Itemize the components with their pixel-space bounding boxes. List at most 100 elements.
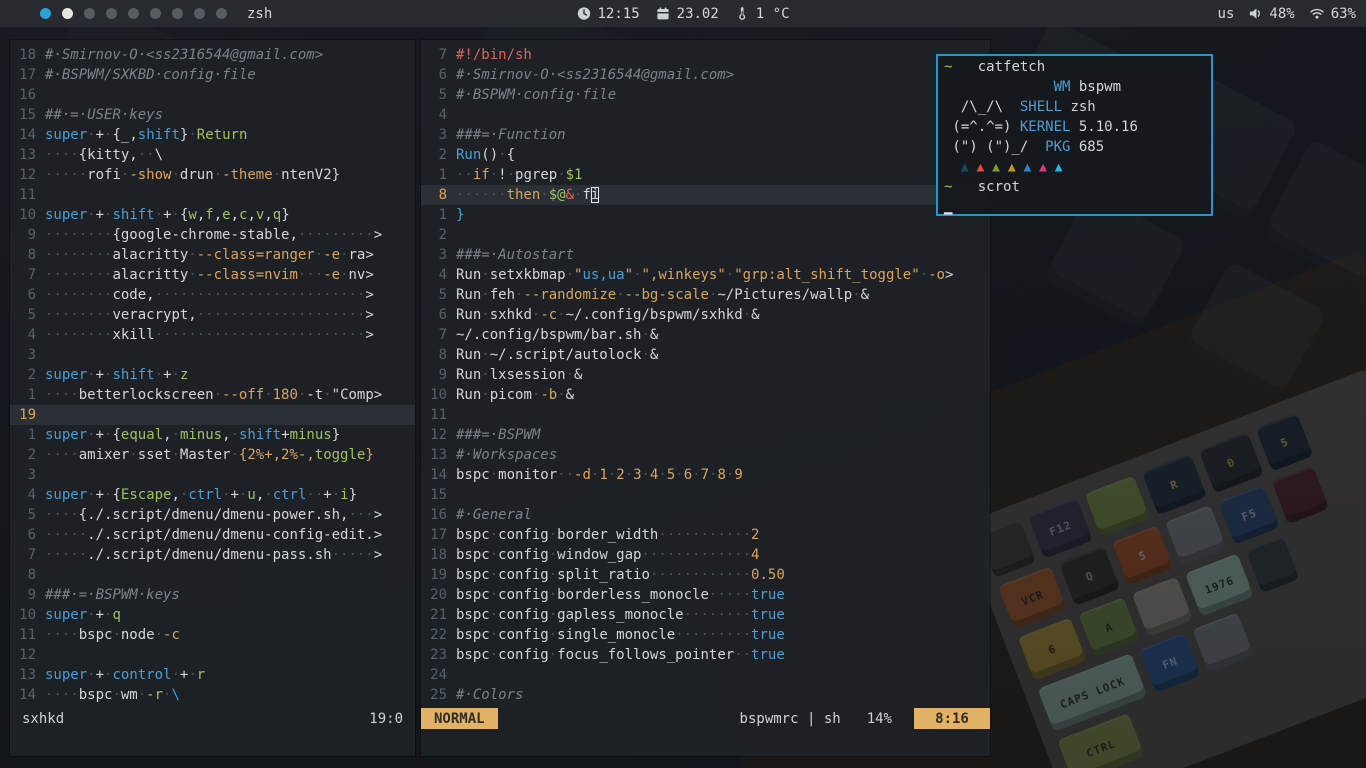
code-segment: shift — [112, 367, 154, 383]
code-segment: drun — [180, 167, 214, 183]
workspace-dot-9-empty[interactable] — [216, 8, 227, 19]
code-segment: · — [214, 167, 222, 183]
code-segment: } — [281, 207, 289, 223]
line-number: 7 — [421, 45, 447, 65]
code-segment: config — [498, 647, 549, 663]
code-line: 2 — [421, 225, 990, 245]
code-segment: Run — [456, 147, 481, 163]
workspace-dot-7-empty[interactable] — [172, 8, 183, 19]
editor-window-bspwmrc[interactable]: 7#!/bin/sh6#·Smirnov-O·<ss2316544@gmail.… — [421, 40, 990, 756]
code-text: #·Workspaces — [456, 445, 557, 465]
code-segment: single_monocle — [557, 627, 675, 643]
workspace-dot-1-active[interactable] — [40, 8, 51, 19]
code-line: 2····amixer·sset·Master·{2%+,2%-,toggle} — [10, 445, 415, 465]
line-number: 2 — [10, 445, 36, 465]
code-segment: -b — [540, 387, 557, 403]
code-segment: bspc — [456, 587, 490, 603]
line-number: 4 — [10, 325, 36, 345]
code-text: ········veracrypt,····················> — [45, 305, 374, 325]
code-segment: zsh — [1062, 99, 1096, 115]
code-segment: ·· — [138, 147, 155, 163]
code-segment: (") (")_/ — [944, 139, 1045, 155]
line-number: 8 — [10, 565, 36, 585]
bar-center-modules: 12:15 23.02 1 °C — [576, 6, 789, 22]
floating-terminal-catfetch[interactable]: ~ catfetch WM bspwm /\_/\ SHELL zsh (=^.… — [936, 54, 1213, 216]
line-number: 21 — [421, 605, 447, 625]
code-segment: config — [498, 567, 549, 583]
code-segment: · — [658, 467, 666, 483]
code-segment: -c — [163, 627, 180, 643]
code-segment: ·· — [557, 467, 574, 483]
code-segment: · — [490, 647, 498, 663]
volume-value: 48% — [1269, 6, 1294, 22]
code-segment: lxsession — [490, 367, 566, 383]
workspace-dot-8-empty[interactable] — [194, 8, 205, 19]
code-segment: · — [498, 147, 506, 163]
code-line: 9###·=·BSPWM·keys — [10, 585, 415, 605]
network-module[interactable]: 63% — [1309, 6, 1356, 22]
code-segment: & — [566, 387, 574, 403]
code-segment: PKG — [1045, 139, 1070, 155]
line-number: 4 — [10, 485, 36, 505]
code-segment: + — [96, 427, 104, 443]
code-segment: + — [96, 127, 104, 143]
code-segment: --randomize — [523, 287, 616, 303]
code-text: Run·setxkbmap·"us,ua"·",winkeys"·"grp:al… — [456, 265, 953, 285]
workspace-dot-2-occupied[interactable] — [62, 8, 73, 19]
code-segment: {kitty, — [79, 147, 138, 163]
code-segment: · — [743, 307, 751, 323]
code-segment: ▲ — [961, 160, 977, 175]
code-segment: () — [481, 147, 498, 163]
code-text: ········alacritty·--class=ranger·-e·ra> — [45, 245, 374, 265]
code-segment: · — [549, 527, 557, 543]
wifi-icon — [1309, 6, 1325, 21]
code-segment: ▲ — [977, 160, 993, 175]
code-segment: ········ — [45, 307, 112, 323]
workspace-dot-5-empty[interactable] — [128, 8, 139, 19]
code-segment: · — [87, 127, 95, 143]
code-segment: alacritty — [112, 247, 188, 263]
code-line: 16#·General — [421, 505, 990, 525]
code-text: #·Smirnov-O·<ss2316544@gmail.com> — [45, 45, 323, 65]
code-line: 4 — [421, 105, 990, 125]
workspace-dot-4-empty[interactable] — [106, 8, 117, 19]
code-line: 12 — [10, 645, 415, 665]
code-segment: $@ — [549, 187, 566, 203]
code-segment: · — [188, 127, 196, 143]
code-segment: ra — [348, 247, 365, 263]
workspace-dot-6-empty[interactable] — [150, 8, 161, 19]
code-segment: ~/Pictures/wallp — [717, 287, 852, 303]
line-number: 5 — [421, 285, 447, 305]
code-segment: #·BSPWM·config·file — [456, 87, 616, 103]
code-segment: · — [490, 587, 498, 603]
line-number: 16 — [421, 505, 447, 525]
line-number: 6 — [421, 65, 447, 85]
code-segment: \ — [155, 147, 163, 163]
code-segment: true — [751, 607, 785, 623]
editor-window-sxhkd[interactable]: 18#·Smirnov-O·<ss2316544@gmail.com>17#·B… — [10, 40, 415, 756]
workspace-dot-3-empty[interactable] — [84, 8, 95, 19]
volume-module[interactable]: 48% — [1248, 6, 1294, 22]
code-segment: · — [481, 307, 489, 323]
keyboard-layout-value[interactable]: us — [1218, 6, 1235, 22]
code-segment: true — [751, 627, 785, 643]
code-segment: KERNEL — [1020, 119, 1071, 135]
code-line: 13····{kitty,··\ — [10, 145, 415, 165]
code-line: 9········{google-chrome-stable,·········… — [10, 225, 415, 245]
code-line: 3 — [10, 345, 415, 365]
code-segment: config — [498, 587, 549, 603]
code-segment: · — [172, 427, 180, 443]
code-segment: gapless_monocle — [557, 607, 683, 623]
code-line: 14····bspc·wm·-r·\ — [10, 685, 415, 705]
code-line: 21bspc·config·gapless_monocle········tru… — [421, 605, 990, 625]
code-segment: } — [332, 427, 340, 443]
code-segment: i — [591, 187, 599, 203]
code-text: #·Colors — [456, 685, 523, 705]
code-segment: ············ — [650, 567, 751, 583]
code-segment: + — [96, 667, 104, 683]
line-number: 10 — [421, 385, 447, 405]
code-segment: , — [222, 427, 230, 443]
terminal-line: ~ scrot — [944, 177, 1211, 197]
code-text: #!/bin/sh — [456, 45, 532, 65]
code-line: 10Run·picom·-b·& — [421, 385, 990, 405]
